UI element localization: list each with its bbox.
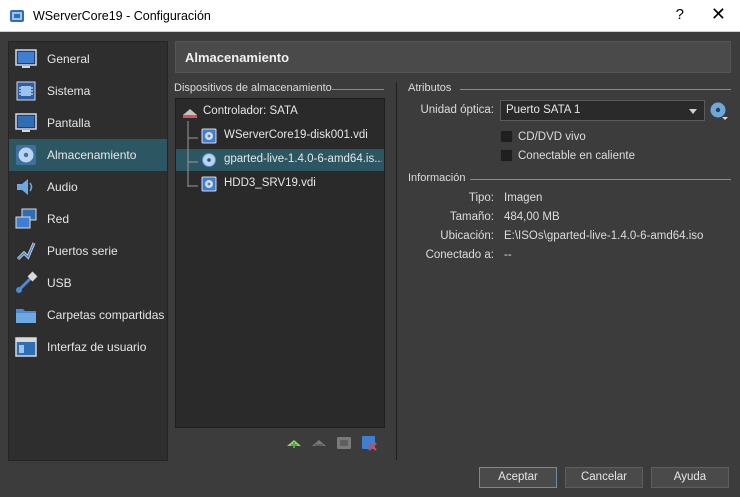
attached-to-label: Conectado a: [425, 249, 494, 261]
sidebar-item-shared-folders[interactable]: Carpetas compartidas [9, 299, 167, 331]
live-cd-label[interactable]: CD/DVD vivo [518, 131, 586, 143]
device-label: WServerCore19-disk001.vdi [224, 129, 368, 141]
display-icon [15, 113, 37, 132]
type-value: Imagen [504, 192, 543, 204]
sidebar-item-label: Interfaz de usuario [47, 340, 147, 354]
live-cd-checkbox[interactable] [500, 130, 513, 143]
storage-icon [16, 145, 36, 165]
user-interface-icon [15, 337, 37, 357]
sidebar-item-system[interactable]: Sistema [9, 75, 167, 107]
page-header: Almacenamiento [175, 41, 731, 73]
choose-disk-icon[interactable] [709, 101, 729, 121]
hard-disk-icon [201, 176, 217, 192]
shared-folders-icon [16, 309, 36, 323]
sidebar-item-label: Red [47, 212, 70, 226]
group-divider [470, 179, 731, 180]
sidebar-item-usb[interactable]: USB [9, 267, 167, 299]
help-button[interactable]: Ayuda [651, 467, 729, 488]
hard-disk-icon [201, 128, 217, 144]
sidebar-item-user-interface[interactable]: Interfaz de usuario [9, 331, 167, 363]
optical-drive-label: Unidad óptica: [420, 104, 494, 116]
virtualbox-logo-icon [10, 10, 24, 22]
close-icon[interactable]: ✕ [711, 4, 726, 25]
sata-controller-icon [183, 109, 197, 118]
settings-sidebar: General Sistema Pantalla Almacenamiento [8, 41, 168, 461]
hot-plug-label[interactable]: Conectable en caliente [518, 150, 635, 162]
group-divider [332, 89, 384, 90]
sidebar-item-storage[interactable]: Almacenamiento [9, 139, 167, 171]
sidebar-item-label: Audio [47, 180, 78, 194]
device-label: gparted-live-1.4.0-6-amd64.is... [224, 153, 382, 165]
sidebar-item-label: USB [47, 276, 72, 290]
location-value: E:\ISOs\gparted-live-1.4.0-6-amd64.iso [504, 230, 704, 242]
tree-controller-sata[interactable]: Controlador: SATA [176, 101, 384, 123]
attributes-group-title: Atributos [408, 82, 452, 94]
network-icon [15, 208, 37, 229]
group-divider [460, 89, 731, 90]
information-group-title: Información [408, 172, 466, 184]
storage-devices-group-title: Dispositivos de almacenamiento [174, 82, 332, 94]
sidebar-item-label: Carpetas compartidas [47, 308, 165, 322]
accept-button[interactable]: Aceptar [479, 467, 557, 488]
sidebar-item-label: Puertos serie [47, 244, 118, 258]
hot-plug-checkbox[interactable] [500, 149, 513, 162]
sidebar-item-serial-ports[interactable]: Puertos serie [9, 235, 167, 267]
sidebar-item-general[interactable]: General [9, 43, 167, 75]
optical-disc-icon [202, 153, 216, 167]
storage-tree[interactable]: Controlador: SATA WServerCore19-disk001.… [175, 98, 385, 428]
tree-device-disk001[interactable]: WServerCore19-disk001.vdi [176, 125, 384, 147]
location-label: Ubicación: [440, 230, 494, 242]
add-controller-icon[interactable] [285, 434, 303, 452]
window-title: WServerCore19 - Configuración [33, 9, 211, 23]
page-title: Almacenamiento [185, 50, 290, 65]
tree-device-hdd3[interactable]: HDD3_SRV19.vdi [176, 173, 384, 195]
chevron-down-icon [689, 109, 697, 114]
sidebar-item-label: Sistema [47, 84, 91, 98]
sidebar-item-display[interactable]: Pantalla [9, 107, 167, 139]
system-icon [16, 81, 36, 101]
help-icon[interactable]: ? [676, 6, 684, 23]
tree-connector-lines [187, 121, 198, 187]
sidebar-item-label: General [47, 52, 90, 66]
audio-icon [17, 179, 33, 195]
optical-drive-select[interactable]: Puerto SATA 1 [500, 100, 705, 121]
title-bar: WServerCore19 - Configuración ? ✕ [0, 0, 740, 32]
panel-divider [396, 82, 397, 460]
controller-label: Controlador: SATA [203, 105, 298, 117]
sidebar-item-label: Pantalla [47, 116, 91, 130]
cancel-button[interactable]: Cancelar [565, 467, 643, 488]
add-attachment-icon[interactable] [335, 434, 353, 452]
optical-drive-value: Puerto SATA 1 [506, 104, 581, 116]
size-label: Tamaño: [449, 211, 494, 223]
remove-attachment-icon[interactable] [360, 434, 378, 452]
tree-device-gparted-iso[interactable]: gparted-live-1.4.0-6-amd64.is... [176, 149, 384, 171]
general-icon [15, 49, 37, 68]
sidebar-item-label: Almacenamiento [47, 148, 137, 162]
remove-controller-icon[interactable] [310, 434, 328, 452]
attached-to-value: -- [504, 249, 512, 261]
type-label: Tipo: [468, 192, 494, 204]
device-label: HDD3_SRV19.vdi [224, 177, 316, 189]
usb-icon [16, 271, 38, 293]
sidebar-item-audio[interactable]: Audio [9, 171, 167, 203]
sidebar-item-network[interactable]: Red [9, 203, 167, 235]
serial-ports-icon [16, 242, 36, 261]
size-value: 484,00 MB [504, 211, 560, 223]
